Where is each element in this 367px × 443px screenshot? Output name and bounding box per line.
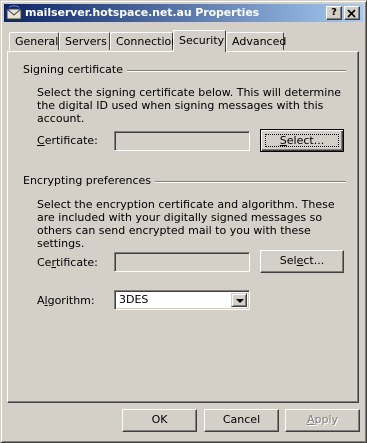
security-tab-panel: Signing certificate Select the signing c…: [7, 51, 359, 403]
signing-heading: Signing certificate: [23, 63, 128, 76]
chevron-down-icon: [236, 299, 244, 303]
close-icon: [347, 9, 356, 18]
encrypting-certificate-label: Certificate:: [37, 256, 98, 269]
tab-servers[interactable]: Servers: [59, 32, 110, 50]
tab-servers-label: Servers: [65, 35, 107, 48]
tab-advanced[interactable]: Advanced: [226, 32, 287, 50]
tab-connection-label: Connection: [116, 35, 179, 48]
tab-general-label: General: [15, 35, 59, 48]
ok-button[interactable]: OK: [122, 409, 197, 432]
encrypting-certificate-field[interactable]: [114, 252, 250, 272]
encrypting-separator: [138, 181, 346, 183]
dropdown-button[interactable]: [231, 293, 247, 307]
encrypting-description: Select the encryption certificate and al…: [37, 198, 335, 250]
help-button[interactable]: ?: [326, 6, 342, 20]
window-title: mailserver.hotspace.net.au Properties: [25, 6, 260, 19]
signing-separator: [118, 70, 346, 72]
tab-security-label: Security: [179, 34, 225, 47]
algorithm-value: 3DES: [119, 293, 149, 306]
cancel-button[interactable]: Cancel: [204, 409, 279, 432]
encrypting-heading: Encrypting preferences: [23, 174, 156, 187]
properties-dialog: mailserver.hotspace.net.au Properties ? …: [0, 0, 367, 443]
tab-advanced-label: Advanced: [232, 35, 287, 48]
close-button[interactable]: [344, 6, 360, 20]
signing-select-button[interactable]: Select...: [260, 129, 344, 152]
tab-security[interactable]: Security: [173, 30, 226, 52]
signing-certificate-field[interactable]: [114, 131, 250, 151]
apply-button[interactable]: Apply: [285, 409, 360, 432]
algorithm-label: Algorithm:: [37, 294, 95, 307]
signing-description: Select the signing certificate below. Th…: [37, 86, 342, 125]
tab-general[interactable]: General: [9, 32, 59, 50]
algorithm-select[interactable]: 3DES: [114, 290, 250, 310]
title-bar[interactable]: mailserver.hotspace.net.au Properties ?: [4, 4, 363, 22]
mail-account-icon: [6, 5, 22, 20]
encrypting-select-button[interactable]: Select...: [260, 250, 344, 273]
signing-certificate-label: Certificate:: [37, 134, 98, 147]
tab-connection[interactable]: Connection: [110, 32, 178, 50]
